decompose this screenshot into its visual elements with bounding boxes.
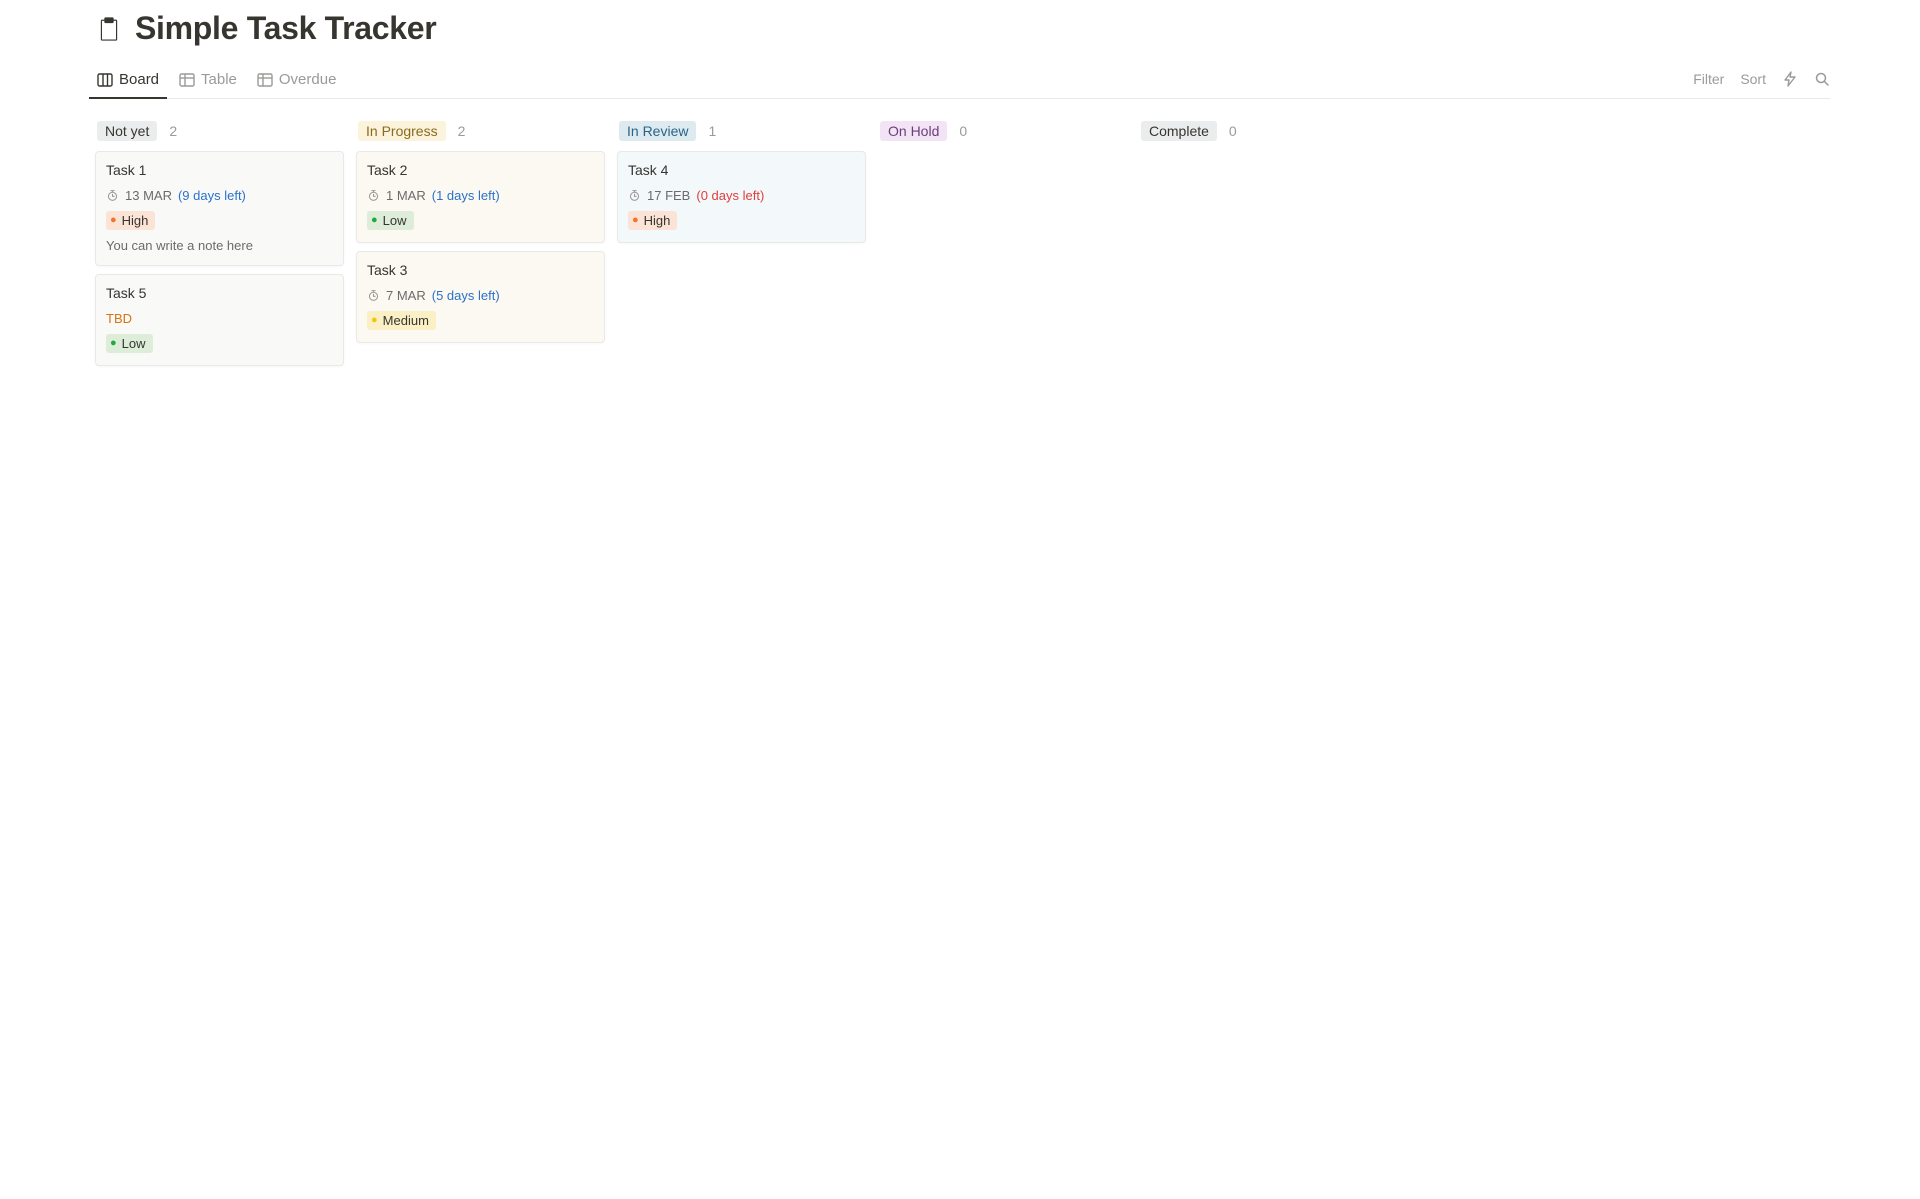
card-date: 1 MAR [386,188,426,203]
status-pill[interactable]: On Hold [880,121,947,141]
task-card[interactable]: Task 1 13 MAR (9 days left) ● High You can wr… [95,151,344,266]
card-priority-line: ● Medium [367,311,594,330]
card-title: Task 3 [367,262,594,278]
priority-label: Low [122,336,146,351]
card-note-line: You can write a note here [106,238,333,253]
table-icon [257,72,273,88]
task-card[interactable]: Task 2 1 MAR (1 days left) ● Low [356,151,605,243]
page-header: Simple Task Tracker [95,10,1830,47]
priority-dot-icon: ● [632,215,639,226]
card-note: You can write a note here [106,238,253,253]
status-pill[interactable]: In Progress [358,121,446,141]
priority-tag: ● Medium [367,311,436,330]
tabs-left: Board Table [95,65,338,98]
status-pill[interactable]: Not yet [97,121,157,141]
priority-label: High [644,213,671,228]
column-count: 0 [959,123,967,139]
card-title: Task 5 [106,285,333,301]
card-title: Task 4 [628,162,855,178]
timer-icon [628,189,641,202]
task-card[interactable]: Task 4 17 FEB (0 days left) ● High [617,151,866,243]
tabs-row: Board Table [95,65,1830,99]
card-days-left: (0 days left) [696,188,764,203]
filter-button[interactable]: Filter [1693,71,1724,87]
card-date-line: 7 MAR (5 days left) [367,288,594,303]
card-days-left: (9 days left) [178,188,246,203]
table-icon [179,72,195,88]
status-pill[interactable]: In Review [619,121,696,141]
priority-dot-icon: ● [371,215,378,226]
card-priority-line: ● Low [367,211,594,230]
column-count: 2 [169,123,177,139]
sort-button[interactable]: Sort [1740,71,1766,87]
board-icon [97,72,113,88]
task-card[interactable]: Task 5 TBD ● Low [95,274,344,366]
column-in-review: In Review 1 Task 4 17 FEB (0 days left) ● High [617,117,866,251]
card-tbd-line: TBD [106,311,333,326]
timer-icon [367,289,380,302]
task-card[interactable]: Task 3 7 MAR (5 days left) ● Medium [356,251,605,343]
column-header[interactable]: In Review 1 [617,117,866,151]
priority-tag: ● Low [106,334,153,353]
card-date: 13 MAR [125,188,172,203]
timer-icon [106,189,119,202]
column-complete: Complete 0 [1139,117,1388,151]
tab-label: Table [201,71,237,88]
timer-icon [367,189,380,202]
card-priority-line: ● High [628,211,855,230]
priority-tag: ● High [628,211,677,230]
tab-board[interactable]: Board [95,65,161,98]
column-count: 1 [708,123,716,139]
tab-overdue[interactable]: Overdue [255,65,339,98]
priority-dot-icon: ● [371,315,378,326]
column-header[interactable]: Complete 0 [1139,117,1388,151]
tab-table[interactable]: Table [177,65,239,98]
column-count: 0 [1229,123,1237,139]
board: Not yet 2 Task 1 13 MAR (9 days left) ● High Yo… [95,117,1830,374]
card-date-line: 1 MAR (1 days left) [367,188,594,203]
column-not-yet: Not yet 2 Task 1 13 MAR (9 days left) ● High Yo… [95,117,344,374]
page-title: Simple Task Tracker [135,10,436,47]
lightning-icon[interactable] [1782,71,1798,87]
card-days-left: (1 days left) [432,188,500,203]
search-icon[interactable] [1814,71,1830,87]
priority-label: High [122,213,149,228]
card-priority-line: ● High [106,211,333,230]
priority-tag: ● Low [367,211,414,230]
status-pill[interactable]: Complete [1141,121,1217,141]
column-header[interactable]: On Hold 0 [878,117,1127,151]
card-days-left: (5 days left) [432,288,500,303]
column-header[interactable]: Not yet 2 [95,117,344,151]
card-date-line: 13 MAR (9 days left) [106,188,333,203]
tab-label: Board [119,71,159,88]
tab-label: Overdue [279,71,337,88]
card-title: Task 1 [106,162,333,178]
column-count: 2 [458,123,466,139]
clipboard-icon [95,15,123,43]
card-date-line: 17 FEB (0 days left) [628,188,855,203]
card-date: 7 MAR [386,288,426,303]
card-title: Task 2 [367,162,594,178]
card-tbd: TBD [106,311,132,326]
tabs-right: Filter Sort [1693,71,1830,93]
column-header[interactable]: In Progress 2 [356,117,605,151]
priority-label: Medium [383,313,429,328]
card-date: 17 FEB [647,188,690,203]
column-in-progress: In Progress 2 Task 2 1 MAR (1 days left) ● Low… [356,117,605,351]
priority-label: Low [383,213,407,228]
column-on-hold: On Hold 0 [878,117,1127,151]
priority-dot-icon: ● [110,215,117,226]
priority-dot-icon: ● [110,338,117,349]
priority-tag: ● High [106,211,155,230]
card-priority-line: ● Low [106,334,333,353]
